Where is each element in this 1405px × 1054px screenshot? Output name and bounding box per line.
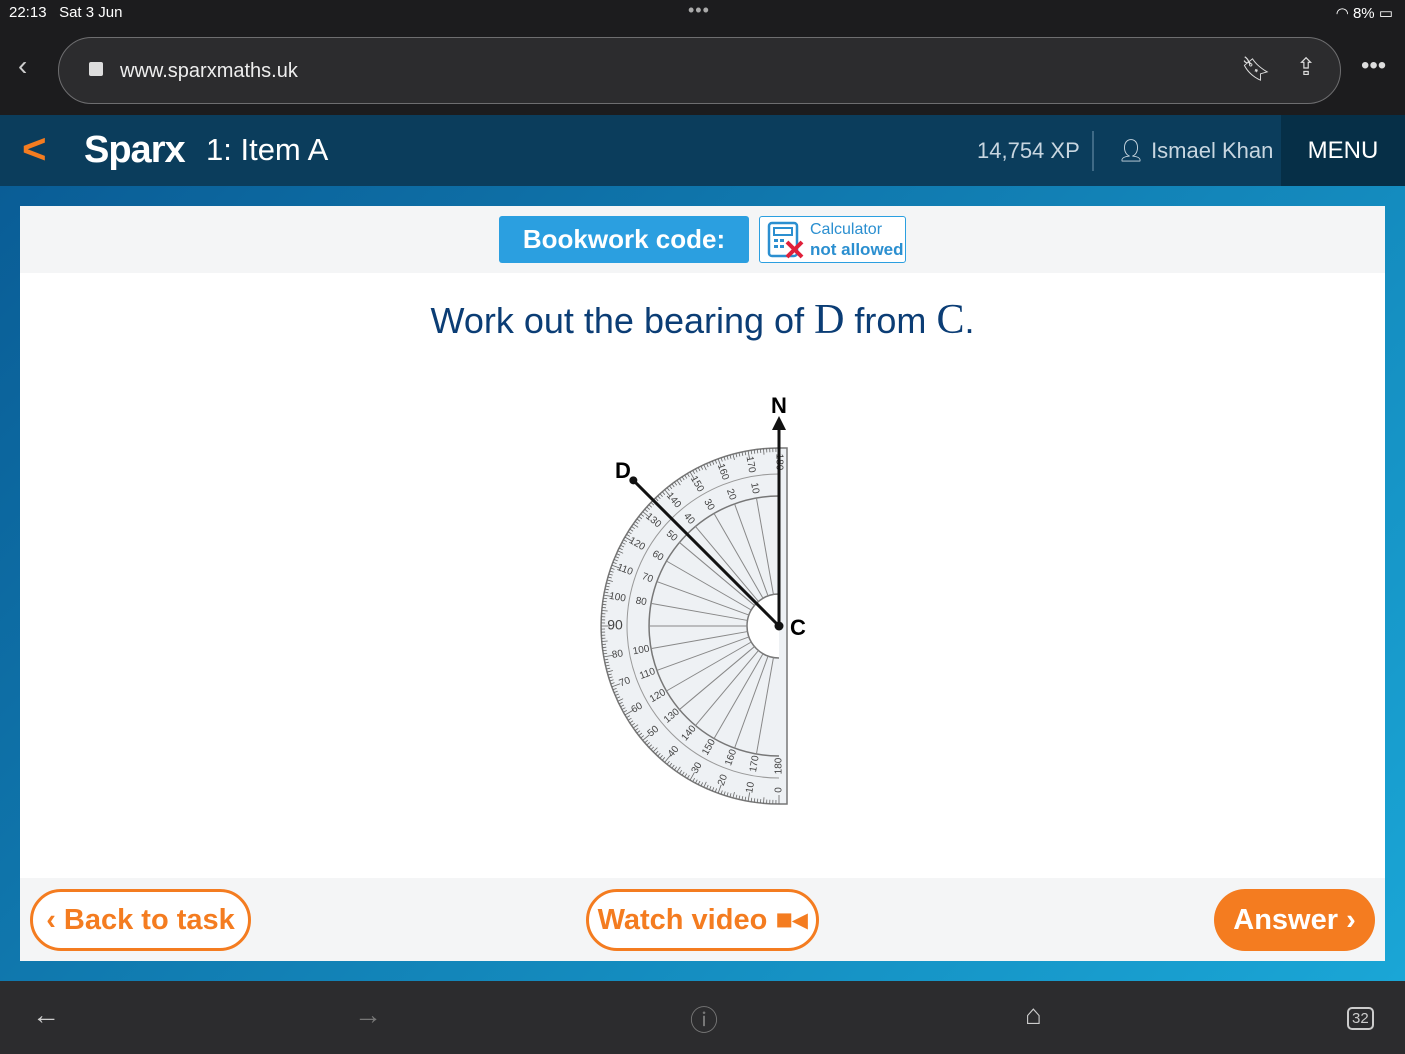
tick [602, 649, 607, 652]
label-n: N [771, 393, 787, 418]
label-c: C [790, 615, 806, 640]
tick [763, 448, 765, 455]
outer-scale-label: 90 [607, 617, 623, 633]
bearing-diagram: 1801701601501401301201101009080706050403… [600, 393, 806, 805]
outer-scale-label: 0 [774, 787, 785, 793]
tick [601, 640, 608, 642]
tabs-button[interactable]: 32 [1347, 1007, 1374, 1030]
protractor: 1801701601501401301201101009080706050403… [600, 447, 788, 805]
tick [602, 600, 607, 603]
label-d: D [615, 458, 631, 483]
nav-back-icon[interactable]: ← [32, 999, 60, 1031]
north-arrow-icon [772, 416, 786, 430]
tick [763, 797, 765, 804]
point-c [774, 621, 784, 631]
home-icon[interactable]: ⌂ [1025, 999, 1042, 1031]
info-icon[interactable]: ⓘ [690, 999, 718, 1039]
inner-scale-label: 180 [774, 757, 785, 774]
nav-forward-icon[interactable]: → [354, 999, 382, 1031]
tick [601, 610, 608, 612]
browser-nav-bar: ← → ⓘ ⌂ 32 [0, 981, 1405, 1054]
tick [753, 449, 756, 454]
tick [753, 798, 756, 803]
